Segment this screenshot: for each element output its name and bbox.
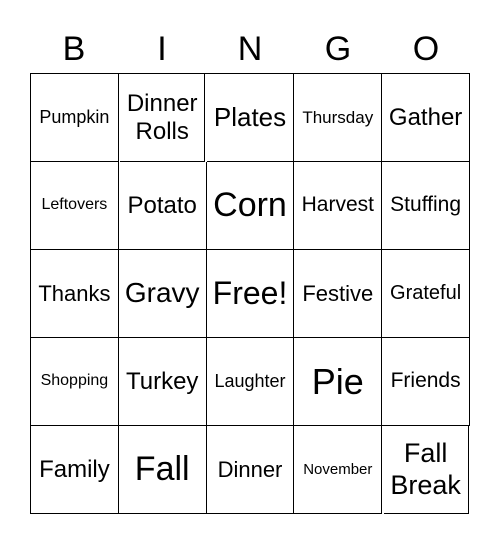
bingo-cell[interactable]: Potato bbox=[118, 162, 207, 250]
bingo-cell[interactable]: Shopping bbox=[31, 338, 119, 426]
bingo-cell[interactable]: Family bbox=[31, 426, 119, 514]
bingo-cell[interactable]: Gather bbox=[382, 74, 470, 162]
bingo-grid: Pumpkin Dinner Rolls Plates Thursday Gather L… bbox=[30, 73, 470, 514]
header-letter-n: N bbox=[237, 30, 263, 68]
bingo-cell[interactable]: Harvest bbox=[294, 162, 383, 250]
bingo-cell[interactable]: Stuffing bbox=[382, 162, 470, 250]
bingo-cell[interactable]: Gravy bbox=[118, 250, 207, 338]
header-letter-g: G bbox=[324, 30, 352, 68]
bingo-cell[interactable]: Leftovers bbox=[31, 162, 119, 250]
header-letter-b: B bbox=[62, 30, 86, 68]
bingo-cell[interactable]: Laughter bbox=[206, 338, 295, 426]
bingo-cell[interactable]: Thursday bbox=[294, 74, 383, 162]
bingo-cell[interactable]: Friends bbox=[382, 338, 470, 426]
bingo-cell[interactable]: Plates bbox=[206, 74, 295, 162]
bingo-cell[interactable]: Corn bbox=[206, 162, 295, 250]
bingo-cell[interactable]: Fall bbox=[118, 426, 207, 514]
bingo-cell[interactable]: Festive bbox=[294, 250, 383, 338]
bingo-cell[interactable]: Pumpkin bbox=[31, 74, 119, 162]
bingo-cell[interactable]: Pie bbox=[294, 338, 383, 426]
bingo-cell[interactable]: Grateful bbox=[382, 250, 470, 338]
header-letter-i: I bbox=[157, 30, 167, 68]
bingo-cell[interactable]: Dinner Rolls bbox=[120, 74, 206, 162]
bingo-cell[interactable]: Free! bbox=[206, 250, 295, 338]
bingo-header: B I N G O bbox=[30, 26, 470, 72]
bingo-cell[interactable]: November bbox=[294, 426, 383, 514]
bingo-cell[interactable]: Dinner bbox=[206, 426, 295, 514]
bingo-cell[interactable]: Fall Break bbox=[383, 426, 469, 514]
bingo-cell[interactable]: Thanks bbox=[31, 250, 119, 338]
bingo-cell[interactable]: Turkey bbox=[118, 338, 207, 426]
header-letter-o: O bbox=[412, 30, 440, 68]
